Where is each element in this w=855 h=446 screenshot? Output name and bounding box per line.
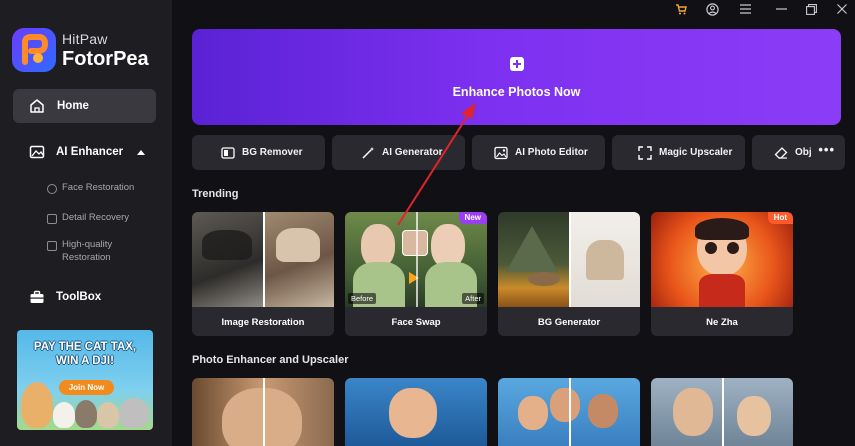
fotorpea-logo-icon (12, 28, 56, 72)
trending-title: Trending (192, 188, 239, 200)
portrait-image (737, 396, 771, 436)
upscaler-card-2[interactable] (345, 378, 487, 446)
ne-zha-thumbnail (651, 212, 793, 307)
promo-banner[interactable]: PAY THE CAT TAX, WIN A DJI! Join Now (17, 330, 153, 430)
home-icon (29, 98, 45, 114)
account-icon[interactable] (705, 2, 719, 16)
sidebar-item-label: Detail Recovery (62, 212, 130, 223)
card-label: Face Swap (391, 317, 441, 328)
nav-toolbox[interactable]: ToolBox (29, 289, 101, 305)
upscaler-card-1[interactable] (192, 378, 334, 446)
bg-generator-thumbnail (498, 212, 640, 307)
trending-card-face-swap[interactable]: Before After New Face Swap (345, 212, 487, 336)
photo-editor-icon (494, 146, 508, 160)
face-swap-thumbnail: Before After (345, 212, 487, 307)
before-label: Before (348, 293, 377, 304)
portrait-image (588, 394, 618, 428)
brand-line2: FotorPea (62, 47, 149, 70)
image-enhance-icon (29, 144, 45, 160)
brand-line1: HitPaw (62, 30, 108, 47)
grid-icon (47, 241, 57, 251)
object-remover-button[interactable]: Obj ••• (752, 135, 845, 170)
tool-label: BG Remover (242, 147, 303, 158)
tool-label: AI Photo Editor (515, 147, 588, 158)
sidebar-item-face-restoration[interactable]: Face Restoration (47, 182, 134, 195)
after-label: After (462, 293, 484, 304)
bg-remover-button[interactable]: BG Remover (192, 135, 325, 170)
portrait-image (389, 388, 437, 438)
cat-image (119, 398, 149, 428)
card-label: Ne Zha (706, 317, 738, 328)
cat-image (53, 402, 75, 428)
portrait-image (222, 388, 302, 446)
sidebar-item-high-quality-restoration[interactable]: High-quality Restoration (47, 239, 127, 265)
minimize-icon[interactable] (774, 2, 788, 16)
trending-card-ne-zha[interactable]: Hot Ne Zha (651, 212, 793, 336)
portrait-image (550, 388, 580, 422)
eraser-icon (774, 146, 788, 160)
ai-photo-editor-button[interactable]: AI Photo Editor (472, 135, 605, 170)
sidebar: HitPaw FotorPea Home AI Enhancer Face Re… (0, 0, 172, 446)
upscaler-card-3[interactable] (498, 378, 640, 446)
nav-toolbox-label: ToolBox (56, 291, 102, 303)
toolbox-icon (29, 289, 45, 305)
join-now-button[interactable]: Join Now (59, 380, 114, 395)
upscaler-section-title: Photo Enhancer and Upscaler (192, 354, 349, 366)
app-logo: HitPaw FotorPea (12, 28, 149, 72)
shop-icon[interactable] (674, 2, 688, 16)
sidebar-item-detail-recovery[interactable]: Detail Recovery (47, 212, 129, 225)
new-badge: New (458, 212, 487, 224)
portrait-image (673, 388, 713, 436)
card-label: BG Generator (537, 317, 601, 328)
nav-home-label: Home (57, 100, 89, 112)
sidebar-item-label: Face Restoration (62, 182, 135, 193)
magic-upscaler-button[interactable]: Magic Upscaler (612, 135, 745, 170)
collapse-caret-icon[interactable] (137, 149, 146, 155)
card-label: Image Restoration (221, 317, 305, 328)
sidebar-item-label: High-quality Restoration (62, 239, 113, 263)
nav-home[interactable]: Home (13, 89, 156, 123)
ai-generator-button[interactable]: AI Generator (332, 135, 465, 170)
image-icon (47, 214, 57, 224)
close-icon[interactable] (835, 2, 849, 16)
main-content: Enhance Photos Now BG Remover AI Generat… (172, 0, 855, 446)
nav-ai-enhancer-label: AI Enhancer (56, 146, 124, 158)
nav-ai-enhancer[interactable]: AI Enhancer (29, 144, 146, 160)
upscale-icon (638, 145, 652, 160)
cat-image (21, 382, 53, 428)
enhance-photos-now-button[interactable]: Enhance Photos Now (192, 29, 841, 125)
magic-wand-icon (361, 146, 375, 160)
trending-card-bg-generator[interactable]: BG Generator (498, 212, 640, 336)
upscaler-card-4[interactable] (651, 378, 793, 446)
menu-icon[interactable] (738, 2, 752, 16)
hero-label: Enhance Photos Now (452, 85, 581, 99)
portrait-image (518, 396, 548, 430)
hot-badge: Hot (767, 212, 793, 224)
image-restoration-thumbnail (192, 212, 334, 307)
more-icon[interactable]: ••• (818, 143, 835, 156)
bg-remover-icon (221, 146, 235, 160)
cat-image (75, 400, 97, 428)
tool-label: Magic Upscaler (659, 147, 733, 158)
tool-label: Obj (795, 147, 812, 158)
face-icon (47, 184, 57, 194)
cat-image (97, 402, 119, 428)
promo-title: PAY THE CAT TAX, WIN A DJI! (33, 341, 137, 368)
restore-icon[interactable] (804, 2, 818, 16)
tool-label: AI Generator (382, 147, 443, 158)
trending-card-image-restoration[interactable]: Image Restoration (192, 212, 334, 336)
plus-icon (510, 57, 524, 71)
